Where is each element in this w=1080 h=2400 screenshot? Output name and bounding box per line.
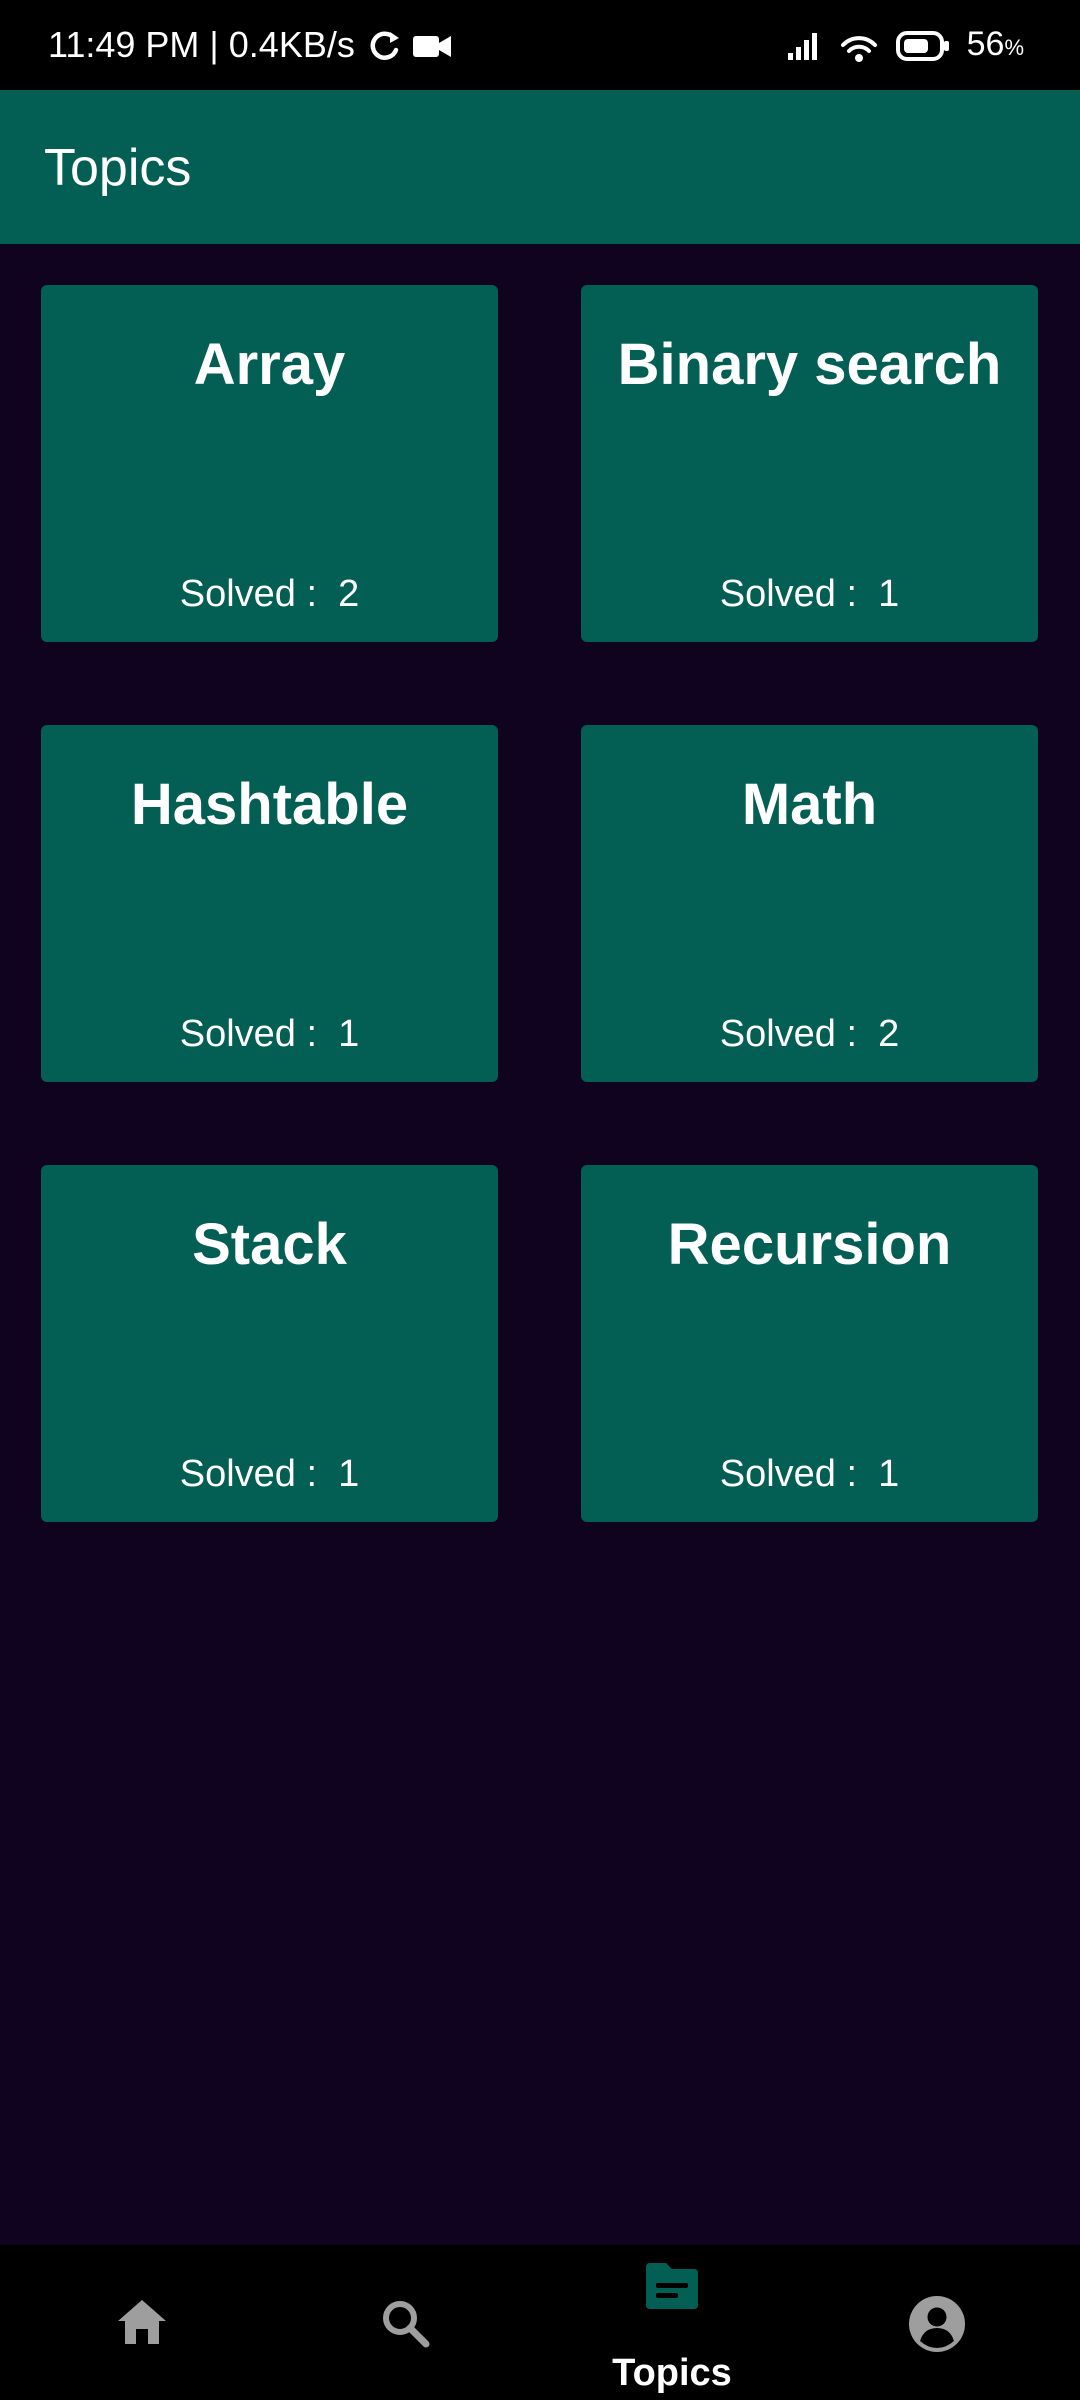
topic-card-array[interactable]: Array Solved : 2 bbox=[41, 285, 498, 642]
topic-card-solved-count: Solved : 1 bbox=[719, 573, 900, 615]
topic-card-binary-search[interactable]: Binary search Solved : 1 bbox=[581, 285, 1038, 642]
nav-topics[interactable]: Topics bbox=[537, 2245, 807, 2400]
topic-card-solved-count: Solved : 1 bbox=[179, 1453, 360, 1495]
app-bar: Topics bbox=[0, 90, 1080, 244]
account-icon bbox=[909, 2296, 965, 2352]
wifi-icon bbox=[840, 36, 877, 62]
topic-card-math[interactable]: Math Solved : 2 bbox=[581, 725, 1038, 1082]
cellular-signal-icon bbox=[787, 33, 817, 60]
video-camera-icon bbox=[413, 36, 451, 57]
nav-profile[interactable] bbox=[802, 2245, 1072, 2400]
status-right-icons: 56% bbox=[787, 24, 1024, 68]
home-icon bbox=[118, 2300, 166, 2344]
topic-card-hashtable[interactable]: Hashtable Solved : 1 bbox=[41, 725, 498, 1082]
topic-card-solved-count: Solved : 1 bbox=[179, 1013, 360, 1055]
topic-card-title: Stack bbox=[192, 1212, 347, 1277]
battery-percentage: 56% bbox=[966, 25, 1024, 63]
topic-card-title: Math bbox=[741, 772, 878, 837]
sync-icon bbox=[370, 31, 399, 60]
topic-card-recursion[interactable]: Recursion Solved : 1 bbox=[581, 1165, 1038, 1522]
status-bar: 11:49 PM | 0.4KB/s 56% bbox=[0, 0, 1080, 90]
topic-card-title: Binary search bbox=[617, 332, 1002, 397]
topic-card-solved-count: Solved : 1 bbox=[719, 1453, 900, 1495]
topic-card-solved-count: Solved : 2 bbox=[719, 1013, 900, 1055]
status-time: 11:49 PM | 0.4KB/s bbox=[48, 24, 355, 65]
nav-search[interactable] bbox=[270, 2245, 540, 2400]
nav-topics-label: Topics bbox=[612, 2352, 732, 2394]
topic-card-title: Hashtable bbox=[130, 772, 409, 837]
topics-folder-icon bbox=[646, 2263, 698, 2309]
battery-icon bbox=[895, 31, 949, 61]
topic-card-solved-count: Solved : 2 bbox=[179, 573, 360, 615]
topic-card-title: Array bbox=[193, 332, 346, 397]
page-title: Topics bbox=[44, 139, 192, 197]
status-extra-icons bbox=[368, 26, 452, 66]
bottom-navigation: Topics bbox=[0, 2245, 1080, 2400]
nav-home[interactable] bbox=[7, 2245, 277, 2400]
topic-card-stack[interactable]: Stack Solved : 1 bbox=[41, 1165, 498, 1522]
topics-screen: 11:49 PM | 0.4KB/s 56% Topics Array Solv… bbox=[0, 0, 1080, 2400]
topic-card-title: Recursion bbox=[667, 1212, 952, 1277]
search-icon bbox=[383, 2301, 430, 2348]
